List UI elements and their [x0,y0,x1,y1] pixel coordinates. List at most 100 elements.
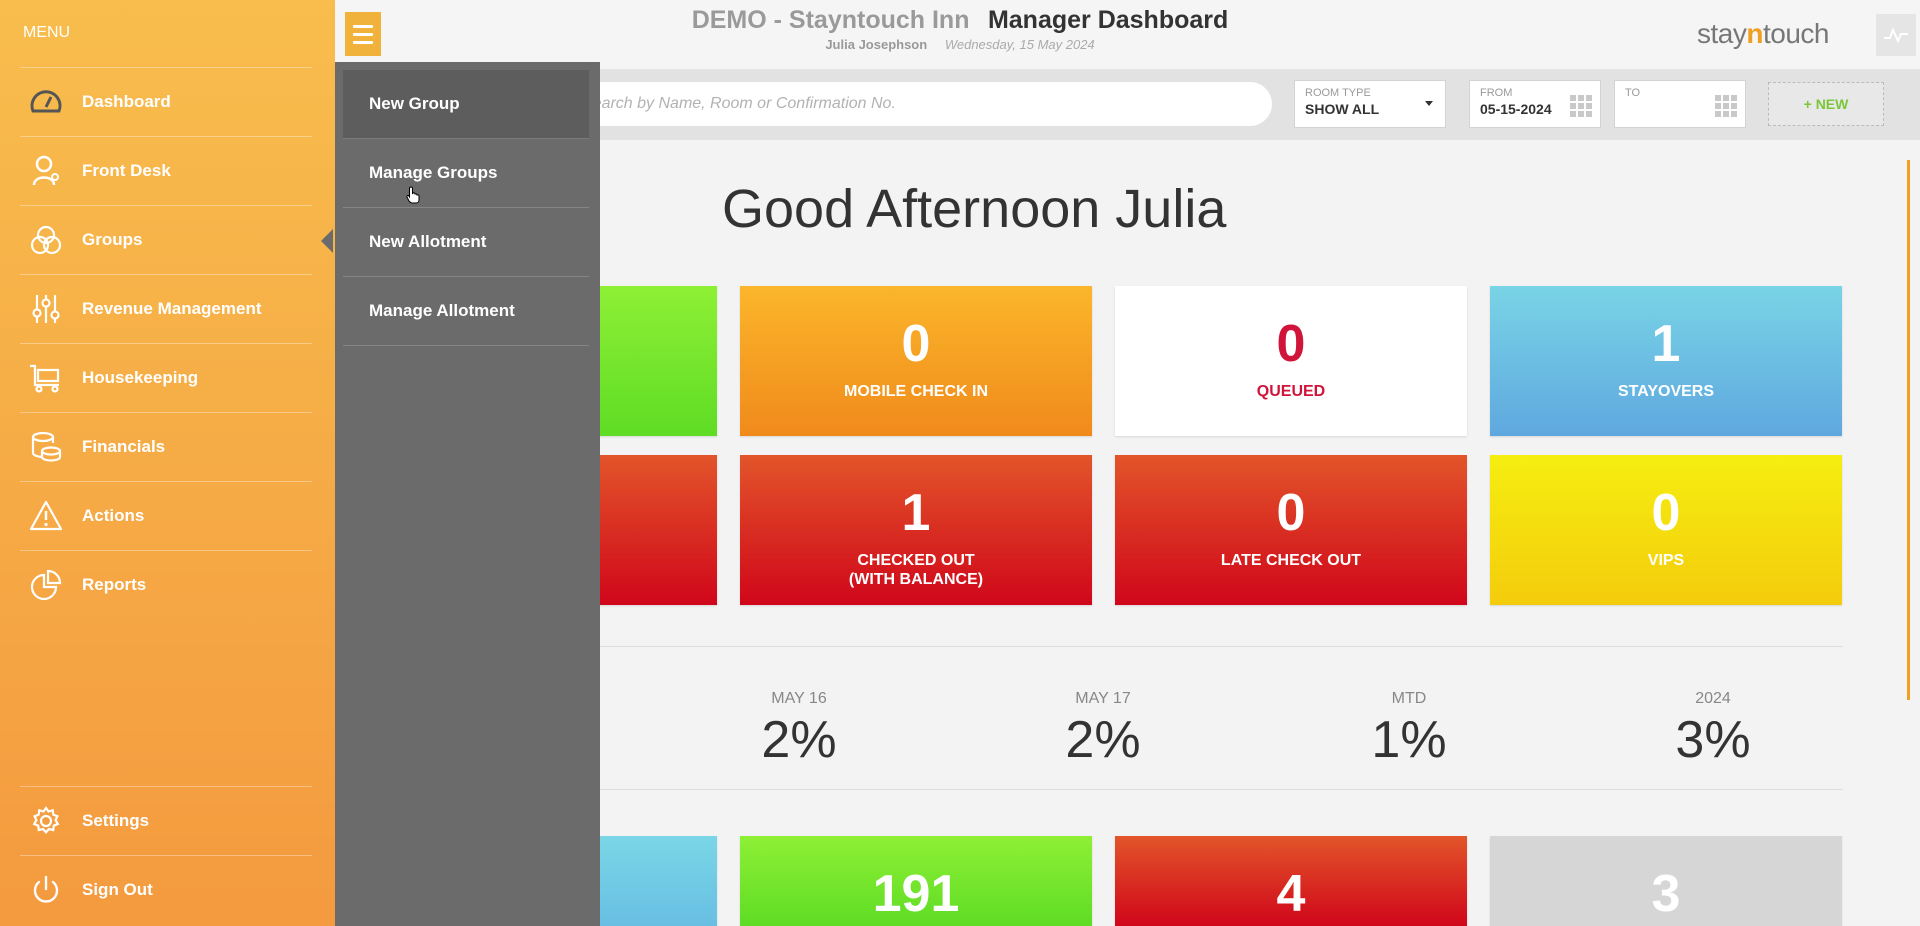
occupancy-stat: MAY 17 2% [1003,690,1203,770]
tile-value: 1 [1651,315,1681,373]
stat-label: MTD [1391,690,1427,707]
occupancy-stat: 2024 3% [1613,690,1813,770]
late-check-out-tile[interactable]: 0 LATE CHECK OUT [1115,455,1467,605]
current-date: Wednesday, 15 May 2024 [944,37,1095,52]
hamburger-menu-button[interactable] [345,12,381,56]
submenu-item-new-group[interactable]: New Group [343,70,589,139]
coins-icon [28,429,64,465]
tile-label: VIPS [1647,552,1685,569]
chevron-down-icon [1425,101,1433,106]
occupancy-stat: MAY 16 2% [699,690,899,770]
submenu-list: New Group Manage Groups New Allotment Ma… [343,70,589,346]
menu-item-label: Revenue Management [82,299,262,318]
menu-item-label: Sign Out [82,880,153,899]
stat-label: 2024 [1695,690,1731,707]
menu-item-actions[interactable]: Actions [20,481,312,550]
room-type-select[interactable]: ROOM TYPE SHOW ALL [1294,80,1446,128]
tile-value: 0 [1276,315,1306,373]
queued-tile[interactable]: 0 QUEUED [1115,286,1467,436]
stayntouch-logo: stayntouch [1697,18,1829,49]
tile-value: 191 [872,865,960,923]
tile-value: 3 [1651,865,1681,923]
menu-item-label: Groups [82,230,143,249]
menu-item-label: Front Desk [82,161,171,180]
dashboard-tile[interactable]: 4 [1115,836,1467,926]
stat-value: 2% [761,711,837,769]
menu-title: MENU [23,24,71,41]
key-person-icon [28,153,64,189]
tile-label: STAYOVERS [1617,383,1715,400]
header-title-block: DEMO - Stayntouch Inn Manager Dashboard … [540,6,1380,52]
menu-item-label: Settings [82,811,150,830]
stat-value: 2% [1065,711,1141,769]
page-title: Manager Dashboard [987,6,1229,34]
tile-label: QUEUED [1256,383,1326,400]
tile-label: MOBILE CHECK IN [844,383,988,400]
gauge-icon [28,84,64,120]
tile-label: CHECKED OUT (WITH BALANCE) [848,552,984,588]
submenu-item-new-allotment[interactable]: New Allotment [343,208,589,277]
menu-item-dashboard[interactable]: Dashboard [20,67,312,136]
menu-item-label: Dashboard [82,92,171,111]
dashboard-tile[interactable]: 3 [1490,836,1842,926]
dashboard-tile[interactable] [580,455,717,605]
menu-item-sign-out[interactable]: Sign Out [20,855,312,924]
calendar-icon[interactable] [1570,95,1592,117]
side-menu: MENU Dashboard Front Desk Groups Revenue… [0,0,335,926]
hand-cursor-icon [406,186,420,204]
room-type-value: SHOW ALL [1305,101,1380,117]
menu-item-reports[interactable]: Reports [20,550,312,619]
dashboard-tile[interactable] [580,836,717,926]
menu-item-financials[interactable]: Financials [20,412,312,481]
tile-value: 0 [901,315,931,373]
sliders-icon [28,291,64,327]
submenu-item-manage-allotment[interactable]: Manage Allotment [343,277,589,346]
occupancy-stat: MTD 1% [1309,690,1509,770]
menu-item-groups[interactable]: Groups [20,205,333,274]
user-name: Julia Josephson [825,37,928,52]
activity-icon [1884,27,1908,44]
menu-item-label: Financials [82,437,166,456]
menu-item-revenue-management[interactable]: Revenue Management [20,274,312,343]
vips-tile[interactable]: 0 VIPS [1490,455,1842,605]
menu-item-label: Actions [82,506,145,525]
menu-bottom-list: Settings Sign Out [20,786,312,924]
calendar-icon[interactable] [1715,95,1737,117]
tile-label: LATE CHECK OUT [1220,552,1362,569]
mobile-check-in-tile[interactable]: 0 MOBILE CHECK IN [740,286,1092,436]
search-input[interactable] [560,82,1272,126]
checked-out-with-balance-tile[interactable]: 1 CHECKED OUT (WITH BALANCE) [740,455,1092,605]
divider [600,789,1843,790]
power-icon [28,872,64,908]
scrollbar[interactable] [1907,160,1910,700]
menu-item-front-desk[interactable]: Front Desk [20,136,312,205]
groups-icon [28,222,64,258]
room-type-label: ROOM TYPE [1305,87,1371,99]
activity-button[interactable] [1876,14,1916,56]
menu-item-housekeeping[interactable]: Housekeeping [20,343,312,412]
gear-icon [28,803,64,839]
submenu-item-manage-groups[interactable]: Manage Groups [343,139,589,208]
tile-value: 0 [1651,484,1681,542]
dashboard-tile[interactable] [580,286,717,436]
dashboard-tile[interactable]: 191 [740,836,1092,926]
groups-submenu: New Group Manage Groups New Allotment Ma… [335,62,600,926]
menu-item-label: Reports [82,575,147,594]
stayovers-tile[interactable]: 1 STAYOVERS [1490,286,1842,436]
to-date-field[interactable]: TO [1614,80,1746,128]
divider [600,646,1843,647]
stat-value: 3% [1675,711,1751,769]
tile-value: 0 [1276,484,1306,542]
warning-icon [28,498,64,534]
greeting: Good Afternoon Julia [722,179,1227,239]
tile-value: 1 [901,484,931,542]
cart-icon [28,360,64,396]
menu-item-settings[interactable]: Settings [20,786,312,855]
from-date-field[interactable]: FROM 05-15-2024 [1469,80,1601,128]
menu-list: Dashboard Front Desk Groups Revenue Mana… [20,67,333,619]
hotel-title: DEMO - Stayntouch Inn [691,6,970,34]
stat-label: MAY 16 [771,690,827,707]
pie-chart-icon [28,567,64,603]
new-reservation-button[interactable]: + NEW [1768,82,1884,126]
tile-value: 4 [1276,865,1306,923]
